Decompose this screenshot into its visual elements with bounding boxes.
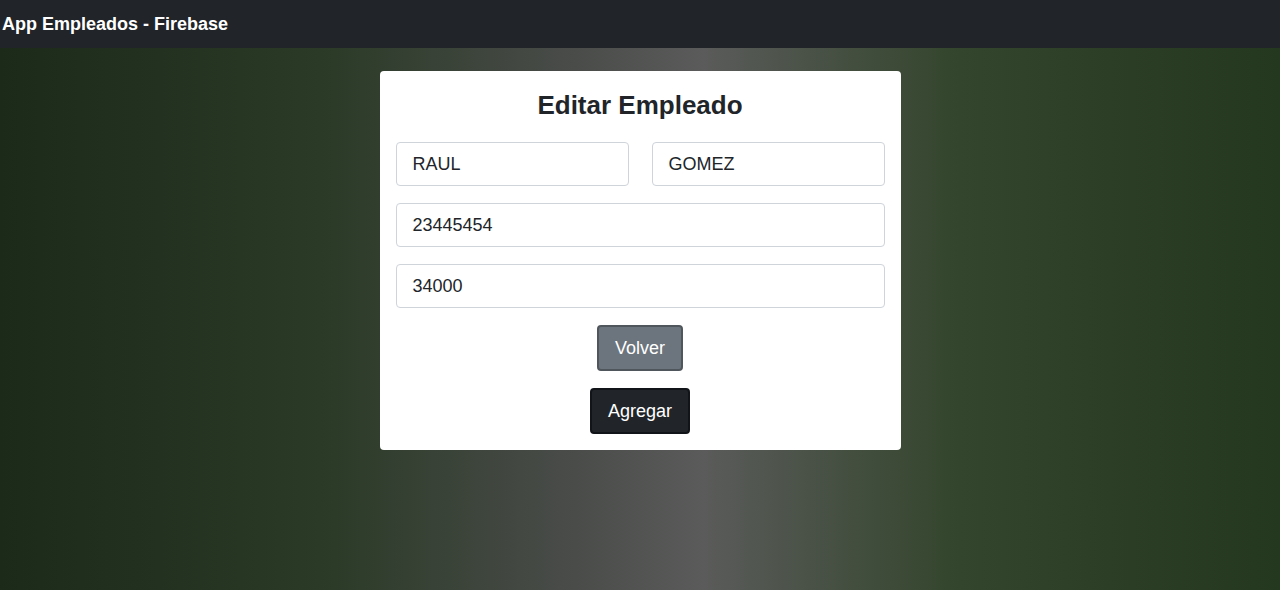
navbar: App Empleados - Firebase: [0, 0, 1280, 48]
volver-button[interactable]: Volver: [597, 325, 683, 371]
agregar-button[interactable]: Agregar: [590, 388, 690, 434]
form-actions: Volver Agregar: [396, 325, 885, 434]
employee-field[interactable]: [396, 203, 885, 247]
form-fields: [396, 142, 885, 308]
edit-employee-card: Editar Empleado Volver Agregar: [380, 71, 901, 450]
form-title: Editar Empleado: [396, 87, 885, 123]
name-row: [396, 142, 885, 186]
brand[interactable]: App Empleados - Firebase: [2, 15, 228, 33]
employee-field[interactable]: [396, 264, 885, 308]
employee-field[interactable]: [396, 142, 629, 186]
employee-field[interactable]: [652, 142, 885, 186]
forest-background: Editar Empleado Volver Agregar: [0, 48, 1280, 590]
